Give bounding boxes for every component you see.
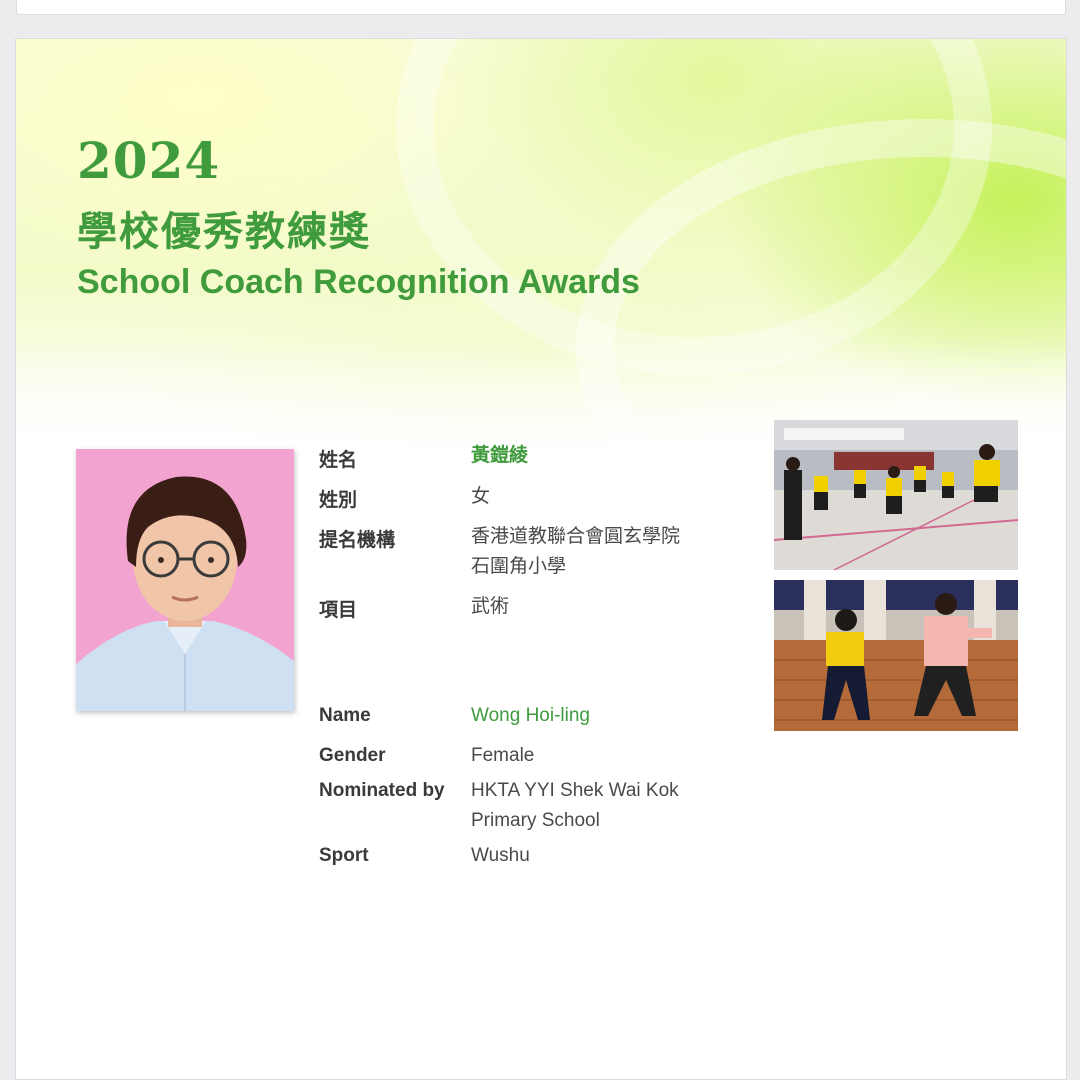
- value-nominator-zh: 香港道教聯合會圓玄學院: [471, 526, 681, 547]
- previous-card-edge: [16, 0, 1066, 15]
- training-photo-coaching: [774, 580, 1018, 731]
- label-gender-en: Gender: [319, 745, 386, 766]
- value-name-zh: 黃鎧綾: [471, 445, 529, 466]
- label-nominator-en: Nominated by: [319, 780, 445, 801]
- value-sport-en: Wushu: [471, 845, 530, 866]
- award-card: 2024 學校優秀教練獎 School Coach Recognition Aw…: [15, 38, 1067, 1080]
- label-sport-en: Sport: [319, 845, 369, 866]
- value-nominator-en-line2: Primary School: [471, 810, 600, 831]
- award-title-english: School Coach Recognition Awards: [77, 263, 640, 301]
- label-name-zh: 姓名: [319, 450, 358, 471]
- label-name-en: Name: [319, 705, 371, 726]
- label-gender-zh: 姓別: [319, 490, 358, 511]
- coach-portrait: [76, 449, 294, 711]
- award-title-chinese: 學校優秀教練獎: [77, 208, 371, 255]
- value-nominator-en: HKTA YYI Shek Wai Kok: [471, 780, 679, 801]
- value-gender-en: Female: [471, 745, 535, 766]
- award-year: 2024: [77, 131, 221, 190]
- value-gender-zh: 女: [471, 486, 491, 507]
- label-sport-zh: 項目: [319, 600, 358, 621]
- value-name-en: Wong Hoi-ling: [471, 705, 590, 726]
- value-nominator-zh-line2: 石圍角小學: [471, 556, 567, 577]
- label-nominator-zh: 提名機構: [319, 530, 396, 551]
- value-sport-zh: 武術: [471, 596, 510, 617]
- training-photo-group: [774, 420, 1018, 570]
